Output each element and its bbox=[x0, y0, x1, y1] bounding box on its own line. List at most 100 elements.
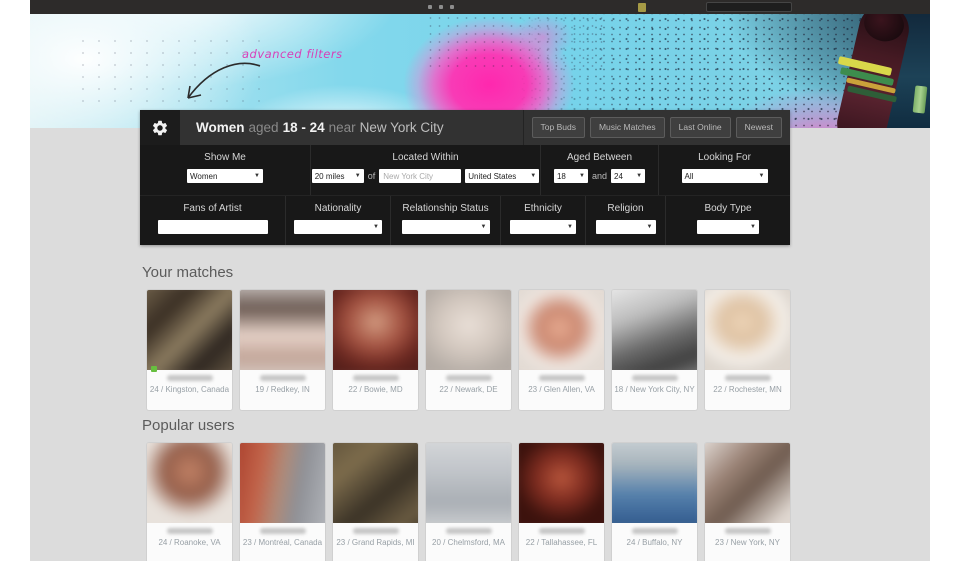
popular-cards-row: 24 / Roanoke, VA 23 / Montréal, Canada 2… bbox=[147, 443, 790, 561]
summary-gender: Women bbox=[196, 120, 245, 135]
country-select[interactable]: United States ▼ bbox=[465, 169, 539, 183]
profile-photo bbox=[612, 443, 697, 523]
matches-cards-row: 24 / Kingston, Canada 19 / Redkey, IN 22… bbox=[147, 290, 790, 410]
blurred-username bbox=[632, 375, 678, 381]
sort-top-buds-button[interactable]: Top Buds bbox=[532, 117, 585, 138]
profile-photo bbox=[426, 290, 511, 370]
body-type-select[interactable]: ▼ bbox=[697, 220, 759, 234]
summary-location: New York City bbox=[360, 120, 444, 135]
religion-select[interactable]: ▼ bbox=[596, 220, 656, 234]
profile-caption: 19 / Redkey, IN bbox=[240, 385, 325, 394]
age-min-select[interactable]: 18 ▼ bbox=[554, 169, 588, 183]
looking-for-section: Looking For All ▼ bbox=[658, 145, 790, 195]
profile-card[interactable]: 24 / Kingston, Canada bbox=[147, 290, 232, 410]
profile-caption: 24 / Roanoke, VA bbox=[147, 538, 232, 547]
located-within-section: Located Within 20 miles ▼ of United Stat… bbox=[310, 145, 540, 195]
aged-between-section: Aged Between 18 ▼ and 24 ▼ bbox=[540, 145, 658, 195]
dropdown-arrow-icon: ▼ bbox=[254, 173, 260, 179]
filter-panel-body: Show Me Women ▼ Located Within 20 miles … bbox=[140, 145, 790, 245]
profile-photo bbox=[240, 443, 325, 523]
profile-card[interactable]: 22 / Bowie, MD bbox=[333, 290, 418, 410]
dropdown-arrow-icon: ▼ bbox=[750, 224, 756, 230]
profile-card[interactable]: 23 / Glen Allen, VA bbox=[519, 290, 604, 410]
profile-caption: 23 / New York, NY bbox=[705, 538, 790, 547]
profile-caption: 20 / Chelmsford, MA bbox=[426, 538, 511, 547]
profile-caption: 23 / Glen Allen, VA bbox=[519, 385, 604, 394]
dropdown-arrow-icon: ▼ bbox=[373, 224, 379, 230]
fans-of-artist-input[interactable] bbox=[158, 220, 268, 234]
top-nav-bar bbox=[30, 0, 930, 14]
profile-caption: 24 / Kingston, Canada bbox=[147, 385, 232, 394]
summary-age-range: 18 - 24 bbox=[283, 120, 325, 135]
profile-photo bbox=[612, 290, 697, 370]
show-me-section: Show Me Women ▼ bbox=[140, 145, 310, 195]
profile-card[interactable]: 22 / Rochester, MN bbox=[705, 290, 790, 410]
profile-card[interactable]: 23 / New York, NY bbox=[705, 443, 790, 561]
sort-music-matches-button[interactable]: Music Matches bbox=[590, 117, 665, 138]
sort-button-group: Top Buds Music Matches Last Online Newes… bbox=[523, 110, 790, 145]
blurred-username bbox=[260, 375, 306, 381]
profile-photo bbox=[426, 443, 511, 523]
profile-caption: 22 / Bowie, MD bbox=[333, 385, 418, 394]
age-max-select[interactable]: 24 ▼ bbox=[611, 169, 645, 183]
fans-of-artist-section: Fans of Artist bbox=[140, 196, 285, 245]
blurred-username bbox=[260, 528, 306, 534]
filter-summary: Women aged 18 - 24 near New York City bbox=[180, 110, 523, 145]
profile-card[interactable]: 24 / Roanoke, VA bbox=[147, 443, 232, 561]
profile-card[interactable]: 23 / Montréal, Canada bbox=[240, 443, 325, 561]
dropdown-arrow-icon: ▼ bbox=[636, 173, 642, 179]
relationship-status-section: Relationship Status ▼ bbox=[390, 196, 500, 245]
profile-card[interactable]: 23 / Grand Rapids, MI bbox=[333, 443, 418, 561]
ethnicity-select[interactable]: ▼ bbox=[510, 220, 576, 234]
profile-photo bbox=[519, 443, 604, 523]
looking-for-select[interactable]: All ▼ bbox=[682, 169, 768, 183]
settings-button[interactable] bbox=[140, 110, 180, 145]
blurred-username bbox=[167, 375, 213, 381]
profile-caption: 22 / Newark, DE bbox=[426, 385, 511, 394]
blurred-username bbox=[353, 375, 399, 381]
filter-row-basic: Show Me Women ▼ Located Within 20 miles … bbox=[140, 145, 790, 195]
sort-newest-button[interactable]: Newest bbox=[736, 117, 782, 138]
profile-caption: 23 / Grand Rapids, MI bbox=[333, 538, 418, 547]
page: advanced filters Women aged 18 - 24 near… bbox=[0, 0, 960, 561]
profile-card[interactable]: 22 / Tallahassee, FL bbox=[519, 443, 604, 561]
profile-card[interactable]: 19 / Redkey, IN bbox=[240, 290, 325, 410]
religion-section: Religion ▼ bbox=[585, 196, 665, 245]
nationality-section: Nationality ▼ bbox=[285, 196, 390, 245]
city-input[interactable] bbox=[379, 169, 461, 183]
profile-card[interactable]: 20 / Chelmsford, MA bbox=[426, 443, 511, 561]
show-me-select[interactable]: Women ▼ bbox=[187, 169, 263, 183]
profile-card[interactable]: 22 / Newark, DE bbox=[426, 290, 511, 410]
dropdown-arrow-icon: ▼ bbox=[481, 224, 487, 230]
distance-select[interactable]: 20 miles ▼ bbox=[312, 169, 364, 183]
profile-photo bbox=[147, 290, 232, 370]
profile-card[interactable]: 18 / New York City, NY bbox=[612, 290, 697, 410]
relationship-status-select[interactable]: ▼ bbox=[402, 220, 490, 234]
nav-search-box[interactable] bbox=[706, 2, 792, 12]
paint-speckles bbox=[426, 14, 606, 69]
filter-panel-header: Women aged 18 - 24 near New York City To… bbox=[140, 110, 790, 145]
sort-last-online-button[interactable]: Last Online bbox=[670, 117, 731, 138]
overflow-menu-icon[interactable] bbox=[428, 5, 454, 9]
blurred-username bbox=[353, 528, 399, 534]
profile-photo bbox=[147, 443, 232, 523]
dropdown-arrow-icon: ▼ bbox=[647, 224, 653, 230]
profile-caption: 23 / Montréal, Canada bbox=[240, 538, 325, 547]
ethnicity-section: Ethnicity ▼ bbox=[500, 196, 585, 245]
profile-photo bbox=[519, 290, 604, 370]
profile-caption: 24 / Buffalo, NY bbox=[612, 538, 697, 547]
gear-icon bbox=[151, 119, 169, 137]
profile-photo bbox=[240, 290, 325, 370]
matches-heading: Your matches bbox=[142, 264, 233, 281]
blurred-username bbox=[725, 528, 771, 534]
dropdown-arrow-icon: ▼ bbox=[579, 173, 585, 179]
blurred-username bbox=[632, 528, 678, 534]
profile-card[interactable]: 24 / Buffalo, NY bbox=[612, 443, 697, 561]
nav-app-icon[interactable] bbox=[638, 3, 646, 12]
profile-photo bbox=[705, 290, 790, 370]
profile-caption: 18 / New York City, NY bbox=[612, 385, 697, 394]
dropdown-arrow-icon: ▼ bbox=[355, 173, 361, 179]
nationality-select[interactable]: ▼ bbox=[294, 220, 382, 234]
blurred-username bbox=[446, 528, 492, 534]
profile-caption: 22 / Rochester, MN bbox=[705, 385, 790, 394]
